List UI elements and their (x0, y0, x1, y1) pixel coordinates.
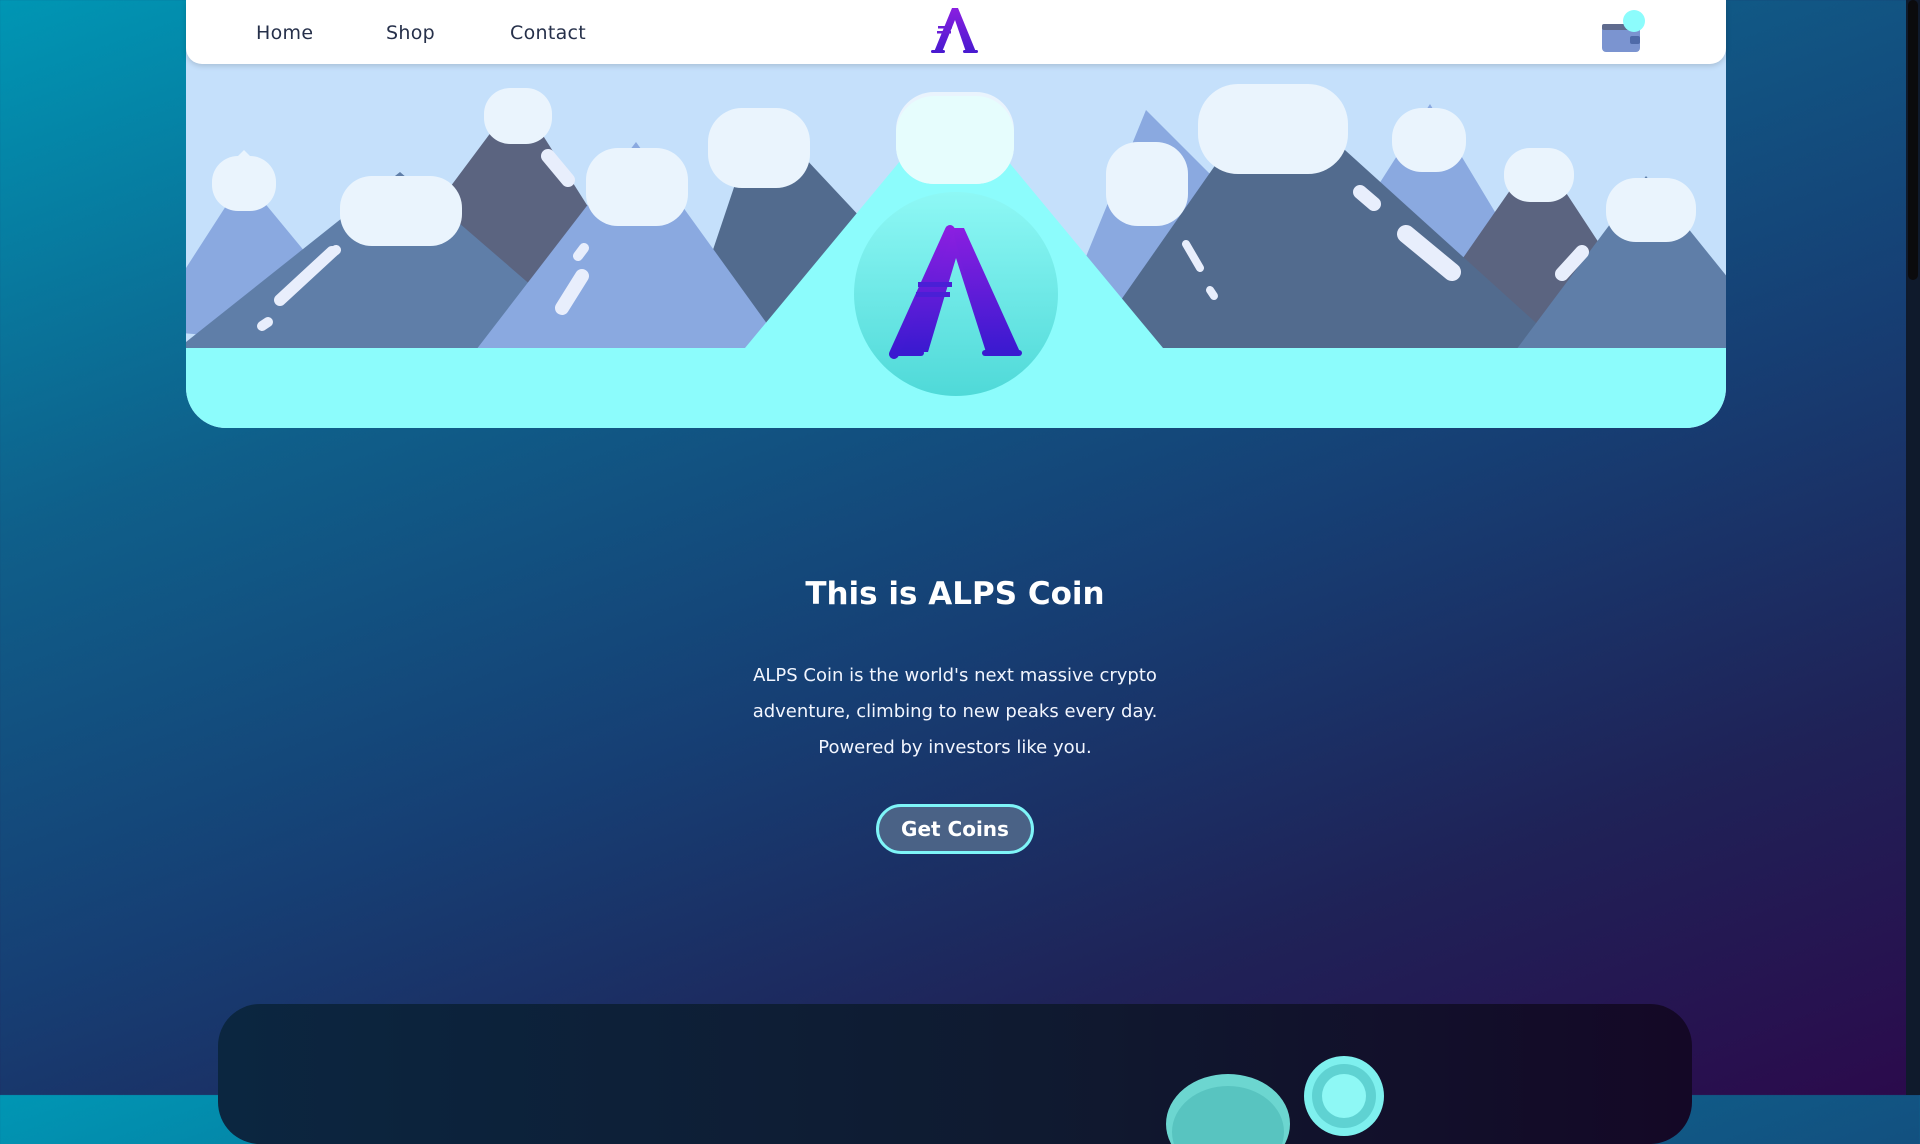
wallet-badge (1623, 10, 1645, 32)
page: Home Shop Contact This is ALPS Coin ALPS… (0, 0, 1920, 1144)
snow-cap (896, 96, 1014, 184)
snow-cap (708, 108, 810, 188)
top-navbar: Home Shop Contact (186, 0, 1726, 64)
feature-card (218, 1004, 1692, 1144)
snow-cap (484, 88, 552, 144)
intro-title: This is ALPS Coin (805, 576, 1105, 612)
snow-cap (212, 156, 276, 211)
mountains-illustration (186, 0, 1726, 428)
intro-line: ALPS Coin is the world's next massive cr… (753, 665, 1157, 686)
snow-cap (340, 176, 462, 246)
nav-link-home[interactable]: Home (256, 22, 313, 44)
snow-cap (1198, 84, 1348, 174)
snow-cap (1606, 178, 1696, 242)
intro-line: adventure, climbing to new peaks every d… (752, 701, 1158, 722)
nav-link-shop[interactable]: Shop (386, 22, 435, 44)
snow-cap (586, 148, 688, 226)
alps-coin-icon (854, 192, 1058, 396)
snow-cap (1392, 108, 1466, 172)
intro-description: ALPS Coin is the world's next massive cr… (730, 658, 1180, 766)
hero-banner (186, 0, 1726, 428)
snow-cap (1106, 142, 1188, 226)
get-coins-button[interactable]: Get Coins (876, 804, 1034, 854)
snow-cap (1504, 148, 1574, 202)
scrollbar-thumb[interactable] (1908, 0, 1918, 280)
wallet-icon[interactable] (1600, 6, 1646, 54)
nav-link-contact[interactable]: Contact (510, 22, 586, 44)
coins-illustration (1166, 1056, 1384, 1144)
alps-coin-logo-icon[interactable] (928, 4, 980, 56)
intro-line: Powered by investors like you. (818, 737, 1092, 758)
